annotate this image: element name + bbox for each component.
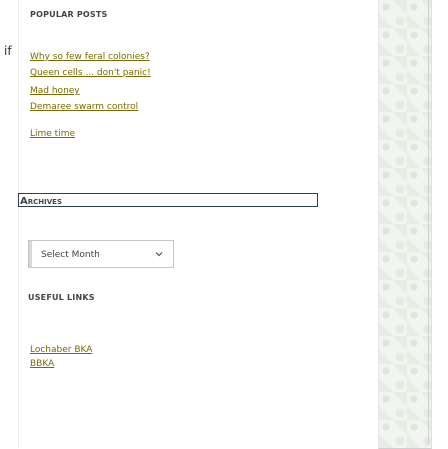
useful-link[interactable]: BBKA (30, 359, 54, 369)
select-edge (29, 241, 32, 267)
archives-header: ARCHIVES (18, 193, 318, 207)
post-link[interactable]: Lime time (30, 129, 75, 139)
archives-title-rest: RCHIVES (27, 198, 62, 206)
post-link[interactable]: Queen cells ... don't panic! (30, 68, 151, 78)
archives-title-initial: A (20, 196, 28, 207)
useful-link[interactable]: Lochaber BKA (30, 345, 92, 355)
background-pattern (378, 0, 432, 449)
chevron-down-icon (155, 252, 163, 257)
useful-links-title: USEFUL LINKS (28, 293, 95, 302)
archives-month-select[interactable]: Select Month (28, 240, 174, 268)
popular-posts-title: POPULAR POSTS (30, 10, 108, 19)
select-month-label: Select Month (41, 250, 100, 260)
sidebar: POPULAR POSTS Why so few feral colonies?… (0, 0, 360, 448)
post-link[interactable]: Demaree swarm control (30, 102, 138, 112)
post-link[interactable]: Why so few feral colonies? (30, 52, 150, 62)
archives-title: ARCHIVES (20, 196, 62, 207)
post-link[interactable]: Mad honey (30, 86, 80, 96)
